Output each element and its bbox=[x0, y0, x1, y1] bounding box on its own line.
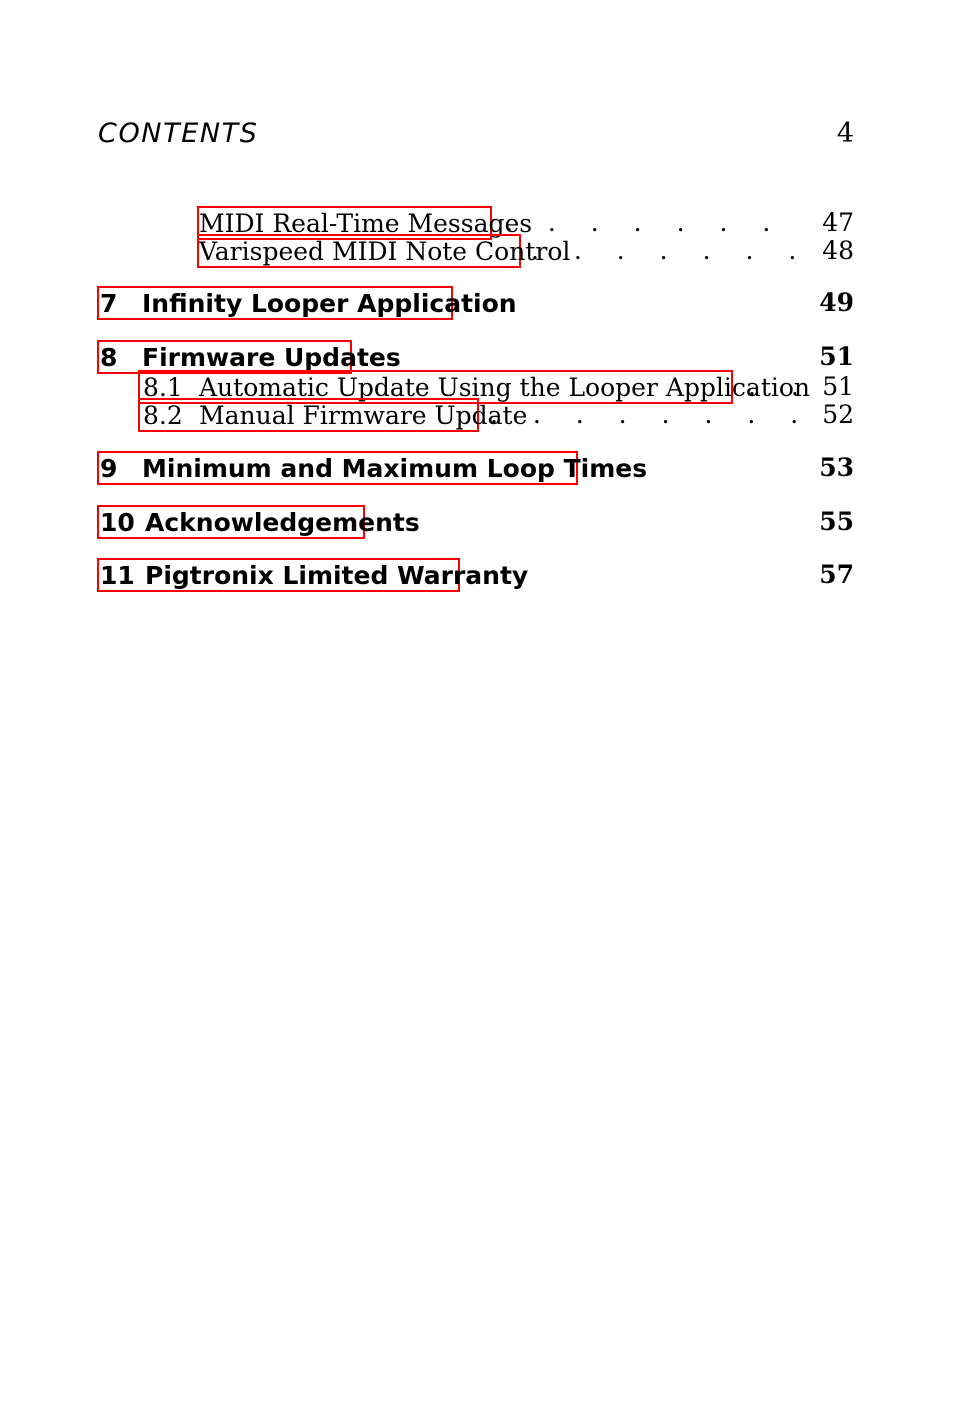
annotation-box: 7 Infinity Looper Application bbox=[97, 286, 517, 320]
toc-entry-title: Manual Firmware Update bbox=[199, 400, 528, 430]
toc-entry-page-number: 53 bbox=[819, 453, 854, 482]
toc-entry-title: Acknowledgements bbox=[145, 507, 420, 537]
toc-entry-page-number: 49 bbox=[819, 288, 854, 317]
toc-entry-page-number: 52 bbox=[822, 400, 854, 429]
toc-entry[interactable]: 7 Infinity Looper Application 49 bbox=[0, 286, 954, 320]
toc-entry-title: Varispeed MIDI Note Control bbox=[199, 236, 571, 266]
toc-entry-title: Pigtronix Limited Warranty bbox=[145, 560, 529, 590]
annotation-box: 9 Minimum and Maximum Loop Times bbox=[97, 451, 647, 485]
toc-entry[interactable]: 8.2 Manual Firmware Update. . . . . . . .… bbox=[0, 398, 954, 432]
toc-entry-page-number: 55 bbox=[819, 507, 854, 536]
document-page: CONTENTS 4 MIDI Real-Time Messages. . . … bbox=[0, 0, 954, 1421]
annotation-box: 8 Firmware Updates bbox=[97, 340, 401, 374]
toc-entry-number: 7 bbox=[100, 288, 118, 318]
toc-entry-title: Minimum and Maximum Loop Times bbox=[142, 453, 648, 483]
toc-entry-number: 11 bbox=[100, 560, 135, 590]
toc-entry-title: Firmware Updates bbox=[142, 342, 401, 372]
toc-entry-title: Infinity Looper Application bbox=[142, 288, 517, 318]
toc-entry[interactable]: Varispeed MIDI Note Control. . . . . . .… bbox=[0, 234, 954, 268]
toc-entry[interactable]: 8 Firmware Updates 51 bbox=[0, 340, 954, 374]
toc-entry-page-number: 51 bbox=[819, 342, 854, 371]
annotation-box: 10 Acknowledgements bbox=[97, 505, 420, 539]
toc-entry[interactable]: 11 Pigtronix Limited Warranty 57 bbox=[0, 558, 954, 592]
table-of-contents: MIDI Real-Time Messages. . . . . . . . .… bbox=[0, 0, 954, 1421]
annotation-box: 8.2 Manual Firmware Update bbox=[138, 398, 527, 432]
annotation-box: Varispeed MIDI Note Control bbox=[197, 234, 570, 268]
toc-entry-number: 8 bbox=[100, 342, 118, 372]
toc-entry[interactable]: 9 Minimum and Maximum Loop Times 53 bbox=[0, 451, 954, 485]
toc-entry[interactable]: 10 Acknowledgements 55 bbox=[0, 505, 954, 539]
toc-entry-number: 10 bbox=[100, 507, 135, 537]
toc-entry-number: 9 bbox=[100, 453, 118, 483]
dot-leader: . . . . . . . . . . . . . . bbox=[531, 236, 800, 265]
toc-entry-number: 8.2 bbox=[143, 400, 183, 430]
annotation-box: 11 Pigtronix Limited Warranty bbox=[97, 558, 528, 592]
dot-leader: . . . . . . . . . . . . . . bbox=[490, 400, 800, 429]
toc-entry-page-number: 57 bbox=[819, 560, 854, 589]
toc-entry-page-number: 48 bbox=[822, 236, 854, 265]
